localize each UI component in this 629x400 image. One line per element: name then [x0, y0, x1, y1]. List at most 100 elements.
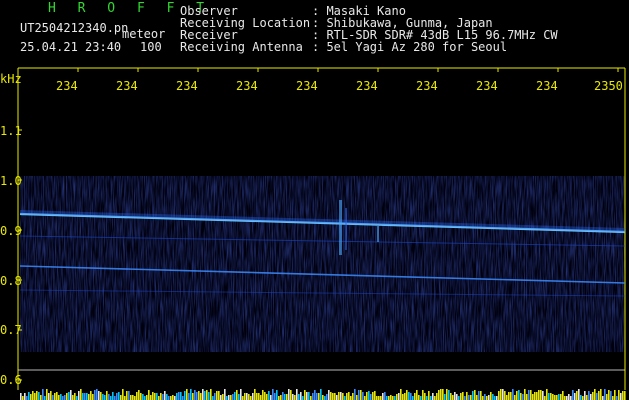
level-bar — [64, 395, 66, 400]
level-bar — [140, 393, 142, 400]
level-bar — [380, 396, 382, 400]
x-tick-label: 234 — [176, 79, 198, 93]
level-bar — [448, 390, 450, 400]
level-bar — [386, 396, 388, 400]
level-bar — [414, 393, 416, 400]
detection-count: 100 — [140, 40, 162, 54]
level-bar — [546, 389, 548, 400]
level-bar — [558, 394, 560, 400]
level-bar — [52, 395, 54, 400]
level-bar — [28, 392, 30, 400]
level-bar — [506, 395, 508, 400]
level-bar — [232, 394, 234, 400]
level-bar — [454, 392, 456, 400]
level-bar — [356, 395, 358, 400]
level-bar — [566, 396, 568, 400]
level-bar — [404, 393, 406, 400]
level-bar — [130, 395, 132, 400]
level-bar — [132, 395, 134, 400]
level-bar — [38, 392, 40, 400]
level-bar — [400, 389, 402, 400]
level-bar — [238, 394, 240, 400]
level-bar — [228, 395, 230, 400]
level-bar — [160, 393, 162, 400]
level-bar — [200, 393, 202, 400]
level-bar — [220, 395, 222, 400]
level-bar — [70, 390, 72, 400]
level-bar — [100, 392, 102, 400]
level-bar — [144, 396, 146, 400]
level-bar — [538, 390, 540, 400]
level-bar — [106, 391, 108, 400]
level-bar — [320, 389, 322, 400]
level-bar — [586, 395, 588, 400]
level-bar — [466, 392, 468, 400]
level-bar — [590, 394, 592, 400]
level-bar — [552, 394, 554, 400]
level-bar — [362, 392, 364, 400]
level-bar — [66, 393, 68, 400]
level-bar — [266, 394, 268, 400]
level-bar — [424, 393, 426, 400]
level-bar — [572, 390, 574, 400]
level-bar — [382, 393, 384, 400]
level-bar — [322, 395, 324, 400]
level-bar — [616, 396, 618, 400]
level-bar — [598, 391, 600, 400]
level-bar — [534, 392, 536, 400]
level-bar — [138, 390, 140, 400]
level-bar — [406, 390, 408, 400]
level-bar — [296, 389, 298, 400]
level-bar — [170, 396, 172, 400]
level-bar — [544, 396, 546, 400]
level-bar — [588, 391, 590, 400]
level-bar — [292, 394, 294, 400]
level-bar — [514, 395, 516, 400]
level-bar — [124, 396, 126, 400]
level-bar — [286, 394, 288, 400]
level-bar — [206, 390, 208, 400]
level-bar — [114, 396, 116, 400]
level-bar — [118, 392, 120, 400]
level-bar — [600, 389, 602, 400]
level-bar — [484, 394, 486, 400]
level-bar — [250, 396, 252, 400]
level-bar — [248, 394, 250, 400]
level-bar — [594, 389, 596, 400]
level-bar — [524, 389, 526, 400]
level-bar — [548, 393, 550, 400]
level-bar — [108, 394, 110, 400]
level-bar — [562, 391, 564, 400]
level-bar — [388, 396, 390, 400]
level-bar — [564, 396, 566, 400]
level-bar — [152, 392, 154, 400]
level-bar — [402, 394, 404, 400]
level-bar — [158, 396, 160, 400]
level-bar — [428, 391, 430, 400]
level-bar — [624, 391, 626, 400]
level-bar — [224, 389, 226, 400]
level-bar — [614, 390, 616, 400]
level-bar — [74, 393, 76, 400]
level-bar — [184, 391, 186, 400]
level-bar — [612, 396, 614, 400]
level-bar — [440, 389, 442, 400]
level-bar — [358, 390, 360, 400]
level-bar — [116, 393, 118, 400]
level-bar — [300, 392, 302, 400]
level-bar — [480, 391, 482, 400]
level-bar — [30, 394, 32, 400]
level-bar — [276, 390, 278, 400]
unit-label: kHz — [0, 72, 22, 86]
level-bar — [46, 389, 48, 400]
level-bar — [324, 396, 326, 400]
level-bar — [314, 390, 316, 400]
level-bar — [372, 392, 374, 400]
level-bar — [444, 394, 446, 400]
level-bar — [518, 390, 520, 400]
level-bar — [576, 391, 578, 400]
level-bar — [416, 390, 418, 400]
level-bar — [62, 396, 64, 400]
level-bar — [574, 393, 576, 400]
level-bar — [368, 391, 370, 400]
